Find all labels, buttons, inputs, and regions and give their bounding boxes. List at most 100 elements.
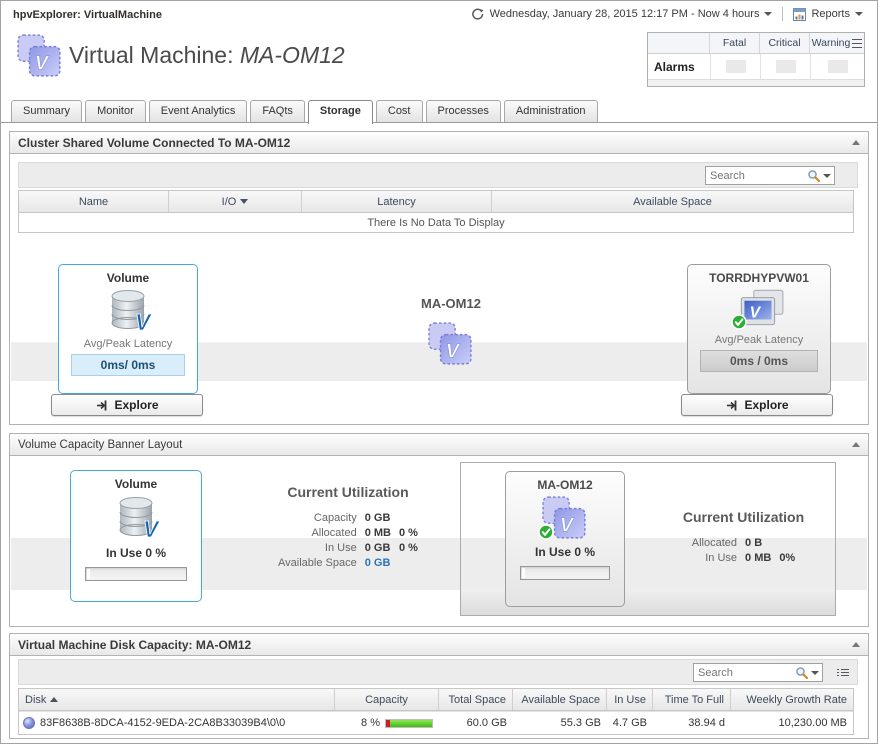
disk-search-caret-icon[interactable] [811,670,819,675]
capacity-minibar [385,718,433,728]
csv-toolbar [18,162,858,188]
center-vm-icon[interactable] [428,320,474,368]
toolbar-divider [782,7,784,21]
available-space-link[interactable]: 0 GB [361,555,395,570]
section-cluster-shared-volume: Cluster Shared Volume Connected To MA-OM… [9,131,869,425]
disk-total-space-cell: 60.0 GB [466,717,507,729]
disk-time-to-full-cell: 38.94 d [688,717,725,729]
volume-metric-label: Avg/Peak Latency [83,338,173,350]
app-title: hpvExplorer: VirtualMachine [13,9,162,21]
disk-capacity-cell: 8 % [335,712,439,734]
volume-latency-value: 0ms/ 0ms [71,354,185,376]
disk-col-capacity[interactable]: Capacity [335,689,439,710]
alarms-header-empty [648,33,710,53]
disk-col-available-space[interactable]: Available Space [513,689,607,710]
disk-table: Disk Capacity Total Space Available Spac… [18,688,854,735]
disk-col-in-use[interactable]: In Use [607,689,653,710]
disk-col-disk[interactable]: Disk [19,689,335,710]
csv-table: Name I/O Latency Available Space There I… [18,190,854,233]
host-monitor-icon [731,287,785,330]
disk-col-total-space[interactable]: Total Space [439,689,513,710]
timerange-caret-icon[interactable] [764,12,773,16]
top-right-toolbar: Wednesday, January 28, 2015 12:17 PM - N… [471,7,863,21]
alarms-critical-cell[interactable] [760,54,810,79]
reports-label[interactable]: Reports [811,8,850,20]
util-row-allocated: Allocated 0 MB 0 % [311,526,418,539]
host-healthy-badge-icon [731,314,747,330]
csv-search-input[interactable] [706,167,804,184]
tab-processes[interactable]: Processes [425,100,501,122]
capacity-volume-in-use: In Use 0 % [105,546,167,560]
alarms-header-row: Fatal Critical Warning [648,33,864,54]
csv-collapse-icon[interactable] [852,140,860,145]
host-metric-label: Avg/Peak Latency [714,334,804,346]
volume-tile[interactable]: Volume Avg/Peak Latency 0ms/ 0ms [58,264,198,394]
host-tile[interactable]: TORRDHYPVW01 Avg/Peak Latency 0ms / 0ms [687,264,831,394]
disk-collapse-icon[interactable] [852,642,860,647]
virtual-machine-icon [17,34,63,78]
csv-section-header: Cluster Shared Volume Connected To MA-OM… [10,132,868,154]
tab-faqts[interactable]: FAQts [250,100,305,122]
capacity-collapse-icon[interactable] [852,442,860,447]
util-row-available-space: Available Space 0 GB [274,555,422,570]
reports-icon [793,7,807,21]
host-explore-button[interactable]: Explore [681,394,833,416]
disk-col-time-to-full[interactable]: Time To Full [653,689,731,710]
reports-caret-icon[interactable] [855,12,863,16]
tab-summary[interactable]: Summary [11,100,83,122]
utilization-right-title: Current Utilization [682,509,805,525]
capacity-vm-in-use: In Use 0 % [534,545,596,559]
disk-name-cell: 83F8638B-8DCA-4152-9EDA-2CA8B33039B4\0\0 [19,712,335,734]
sort-desc-icon [240,199,249,204]
disk-section-title: Virtual Machine Disk Capacity: MA-OM12 [18,637,252,652]
alarms-summary-table: Fatal Critical Warning Alarms [647,32,865,87]
sort-asc-icon [50,697,59,702]
volume-tile-title: Volume [106,271,150,285]
utilization-left-title: Current Utilization [287,484,409,500]
alarms-fatal-cell[interactable] [710,54,760,79]
tab-storage[interactable]: Storage [307,100,373,124]
disk-table-header: Disk Capacity Total Space Available Spac… [19,689,853,711]
capacity-section-header: Volume Capacity Banner Layout [10,434,868,456]
tab-monitor[interactable]: Monitor [85,100,146,122]
page-title-vm-name: MA-OM12 [239,42,345,68]
disk-searchbox [693,663,823,682]
capacity-vm-tile[interactable]: MA-OM12 In Use 0 % [505,471,625,607]
alarms-customizer-icon[interactable] [852,38,863,48]
capacity-volume-database-icon [109,494,163,543]
capacity-vm-icon [538,494,588,542]
alarms-warning-cell[interactable] [810,54,864,79]
alarms-count-row: Alarms [648,54,864,79]
disk-search-input[interactable] [694,664,792,681]
csv-col-available-space[interactable]: Available Space [492,191,853,212]
disk-icon [23,717,35,729]
csv-col-name[interactable]: Name [19,191,169,212]
volume-explore-button[interactable]: Explore [51,394,203,416]
vm-healthy-badge-icon [538,524,554,540]
disk-col-weekly-growth[interactable]: Weekly Growth Rate [731,689,853,710]
csv-table-header: Name I/O Latency Available Space [19,191,853,213]
util-row-capacity: Capacity 0 GB [313,511,391,524]
capacity-section-title: Volume Capacity Banner Layout [18,438,183,451]
vm-capacity-banner: MA-OM12 In Use 0 % Current Utilization A… [460,462,836,616]
tab-cost[interactable]: Cost [375,100,423,122]
disk-table-customizer-icon[interactable] [837,667,849,679]
tab-administration[interactable]: Administration [503,100,598,122]
tab-event-analytics[interactable]: Event Analytics [148,100,248,122]
volume-database-icon [101,287,155,336]
capacity-volume-tile[interactable]: Volume In Use 0 % [70,470,202,602]
tab-bar: Summary Monitor Event Analytics FAQts St… [11,100,598,124]
capacity-minibar-free [389,719,432,727]
csv-col-latency[interactable]: Latency [302,191,492,212]
csv-search-caret-icon[interactable] [823,173,831,178]
utilization-left: Current Utilization Capacity 0 GB Allocat… [232,484,464,570]
csv-col-io[interactable]: I/O [169,191,302,212]
section-disk-capacity: Virtual Machine Disk Capacity: MA-OM12 D… [9,633,869,739]
disk-table-row[interactable]: 83F8638B-8DCA-4152-9EDA-2CA8B33039B4\0\0… [19,711,853,734]
timerange-label[interactable]: Wednesday, January 28, 2015 12:17 PM - N… [490,8,760,20]
csv-section-title: Cluster Shared Volume Connected To MA-OM… [18,135,291,150]
csv-search-icon[interactable] [807,169,821,183]
host-tile-title: TORRDHYPVW01 [709,271,809,285]
alarms-header-fatal: Fatal [710,33,760,53]
disk-search-icon[interactable] [795,666,809,680]
